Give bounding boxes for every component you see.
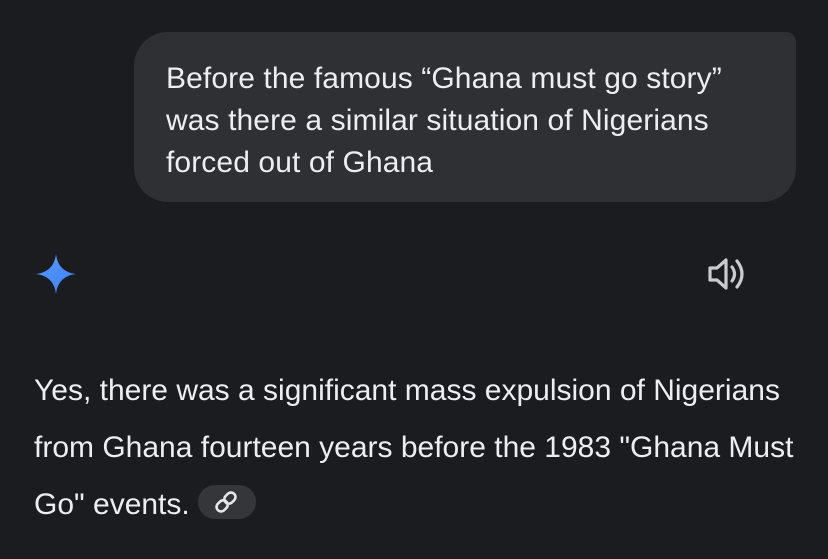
source-link-chip[interactable] <box>197 485 256 520</box>
chat-page: Before the famous “Ghana must go story” … <box>0 0 828 559</box>
assistant-response: Yes, there was a significant mass expuls… <box>34 362 804 533</box>
speaker-icon[interactable] <box>706 255 750 293</box>
sparkle-icon <box>34 252 78 296</box>
user-message-text: Before the famous “Ghana must go story” … <box>166 62 722 179</box>
user-message-bubble: Before the famous “Ghana must go story” … <box>134 32 796 202</box>
link-icon <box>214 491 237 513</box>
response-text: Yes, there was a significant mass expuls… <box>34 374 794 521</box>
